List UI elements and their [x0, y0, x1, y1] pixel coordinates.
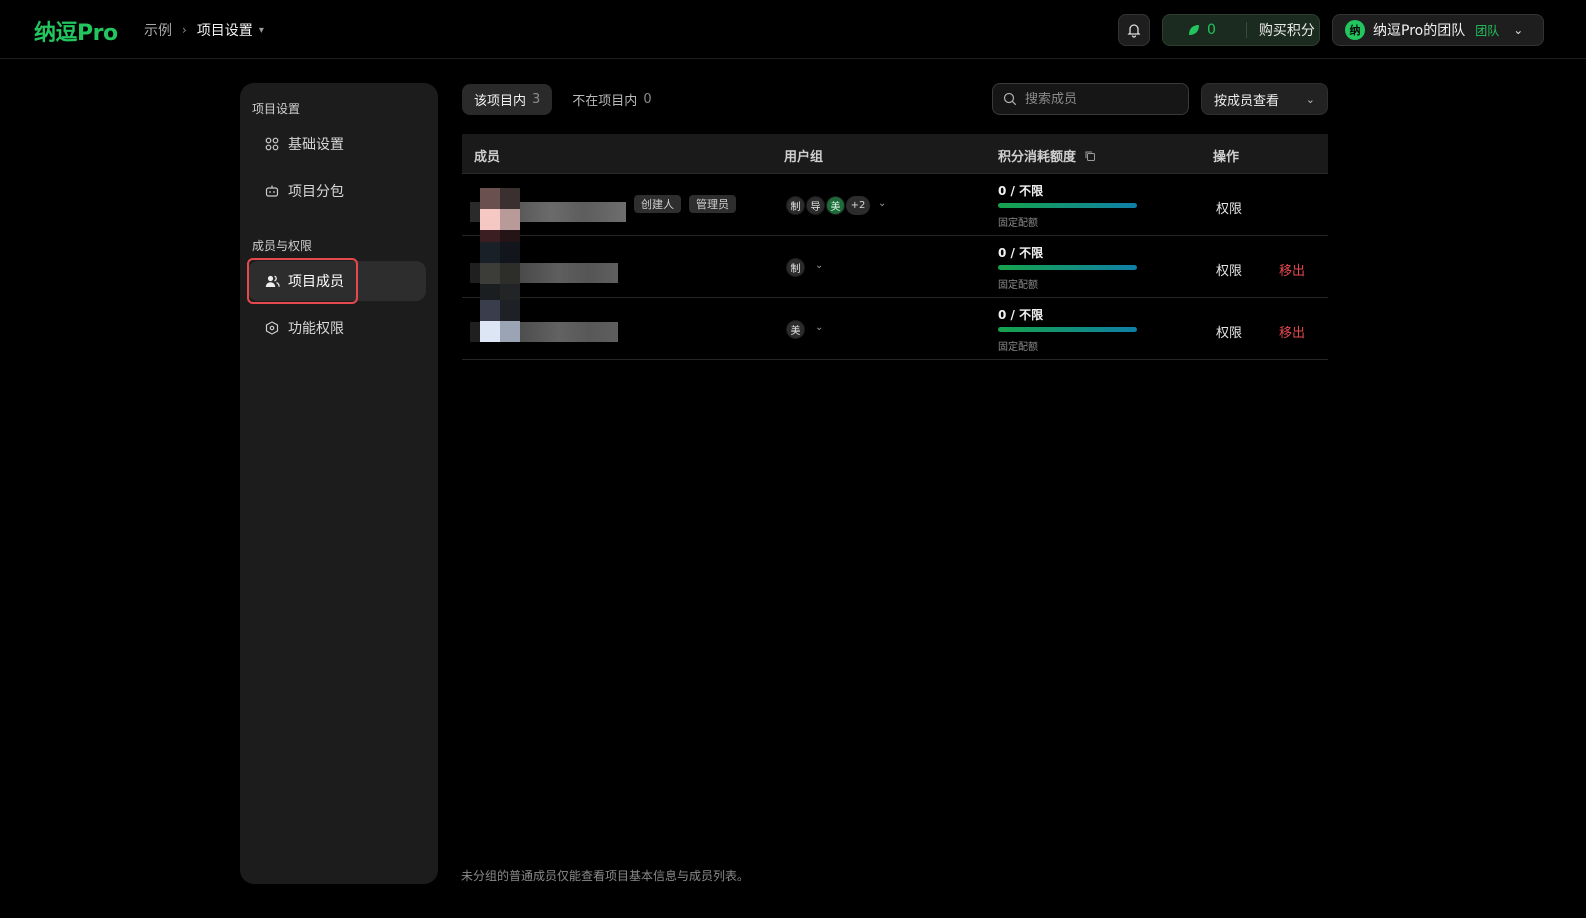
permission-button[interactable]: 权限 — [1216, 260, 1242, 279]
table-header: 成员 用户组 积分消耗额度 操作 — [462, 134, 1328, 174]
member-name-blurred — [520, 322, 618, 342]
sidebar-item-feature-permissions[interactable]: 功能权限 — [248, 308, 426, 348]
divider — [1245, 22, 1247, 38]
table-row: 美 ⌄ 0 / 不限 固定配额 权限 移出 — [462, 298, 1328, 360]
member-name-blurred — [520, 263, 618, 283]
group-badge: 美 — [826, 196, 845, 215]
tag-admin: 管理员 — [689, 195, 736, 213]
breadcrumb: 示例 › 项目设置 ▾ — [144, 20, 264, 40]
sidebar-item-label: 项目分包 — [288, 184, 344, 200]
group-badge: 制 — [786, 258, 805, 277]
quota-note: 固定配额 — [998, 280, 1038, 291]
permission-button[interactable]: 权限 — [1216, 198, 1242, 217]
tab-count: 3 — [532, 92, 541, 107]
column-header-group: 用户组 — [784, 150, 824, 165]
team-avatar: 纳 — [1345, 20, 1365, 40]
quota-note: 固定配额 — [998, 342, 1038, 353]
chevron-down-icon[interactable]: ⌄ — [815, 260, 823, 271]
member-search — [992, 83, 1189, 115]
sidebar-item-label: 基础设置 — [288, 137, 344, 153]
member-name-blurred-edge — [470, 202, 480, 222]
quota-value: 0 / 不限 — [998, 184, 1044, 198]
points-widget[interactable]: 0 购买积分 — [1162, 14, 1320, 46]
group-badge: 导 — [806, 196, 825, 215]
quota-value: 0 / 不限 — [998, 246, 1044, 260]
tab-count: 0 — [643, 92, 652, 107]
grid-icon — [264, 136, 280, 152]
member-tabs: 该项目内 3 不在项目内 0 — [462, 84, 664, 115]
app-logo[interactable]: 纳逗Pro — [34, 15, 118, 47]
sidebar-section-project-settings: 项目设置 — [252, 102, 301, 116]
chevron-down-icon[interactable]: ▾ — [259, 25, 264, 36]
robot-icon — [264, 183, 280, 199]
annotation-highlight-box — [247, 258, 358, 304]
settings-sidebar: 项目设置 基础设置 项目分包 成员与权限 项目成员 功能权限 — [240, 83, 438, 884]
remove-member-button[interactable]: 移出 — [1279, 260, 1305, 279]
chevron-right-icon: › — [182, 23, 187, 37]
sidebar-section-members-permissions: 成员与权限 — [252, 239, 313, 253]
table-row: 创建人 管理员 制 导 美 +2 ⌄ 0 / 不限 固定配额 权限 — [462, 174, 1328, 251]
tab-label: 该项目内 — [474, 94, 527, 109]
chevron-down-icon[interactable]: ⌄ — [878, 198, 886, 209]
quota-progress-bar — [998, 203, 1137, 208]
group-more-badge: +2 — [846, 196, 870, 215]
leaf-icon — [1189, 25, 1199, 35]
sidebar-item-label: 功能权限 — [288, 321, 344, 337]
breadcrumb-item-example[interactable]: 示例 — [144, 20, 172, 40]
remove-member-button[interactable]: 移出 — [1279, 322, 1305, 341]
table-row: 制 ⌄ 0 / 不限 固定配额 权限 移出 — [462, 236, 1328, 305]
quota-note: 固定配额 — [998, 218, 1038, 229]
sidebar-item-subpackage[interactable]: 项目分包 — [248, 171, 426, 211]
tab-label: 不在项目内 — [572, 94, 638, 109]
search-icon — [1003, 92, 1017, 106]
members-table: 成员 用户组 积分消耗额度 操作 创建人 管理员 制 导 美 +2 ⌄ 0 / … — [462, 134, 1328, 360]
chevron-down-icon: ⌄ — [1513, 23, 1524, 37]
group-badge: 美 — [786, 320, 805, 339]
quota-value: 0 / 不限 — [998, 308, 1044, 322]
member-name-blurred-edge — [470, 322, 480, 342]
tab-not-in-project[interactable]: 不在项目内 0 — [560, 84, 663, 115]
column-header-quota: 积分消耗额度 — [998, 146, 1096, 165]
member-name-blurred-edge — [470, 263, 480, 283]
team-badge: 团队 — [1475, 23, 1500, 38]
bell-icon — [1127, 24, 1141, 38]
buy-points-button[interactable]: 购买积分 — [1259, 20, 1315, 40]
team-switcher[interactable]: 纳 纳逗Pro的团队 团队 ⌄ — [1332, 14, 1544, 46]
quota-progress-bar — [998, 265, 1137, 270]
member-name-blurred — [520, 202, 626, 222]
group-badge: 制 — [786, 196, 805, 215]
sidebar-item-basic-settings[interactable]: 基础设置 — [248, 124, 426, 164]
top-bar: 纳逗Pro 示例 › 项目设置 ▾ 0 购买积分 纳 纳逗Pro的团队 团队 ⌄ — [0, 0, 1586, 59]
points-balance: 0 — [1207, 22, 1216, 38]
search-input[interactable] — [1025, 91, 1175, 107]
notifications-button[interactable] — [1118, 14, 1150, 46]
column-header-quota-label: 积分消耗额度 — [998, 150, 1077, 165]
quota-progress-bar — [998, 327, 1137, 332]
permission-button[interactable]: 权限 — [1216, 322, 1242, 341]
tab-in-project[interactable]: 该项目内 3 — [462, 84, 553, 115]
column-header-actions: 操作 — [1213, 150, 1240, 165]
chevron-down-icon[interactable]: ⌄ — [815, 322, 823, 333]
member-avatar-blurred — [480, 242, 520, 305]
team-name: 纳逗Pro的团队 — [1373, 23, 1466, 39]
copy-icon[interactable] — [1084, 150, 1096, 162]
member-avatar-blurred — [480, 300, 520, 342]
footer-note: 未分组的普通成员仅能查看项目基本信息与成员列表。 — [461, 869, 750, 883]
chevron-down-icon: ⌄ — [1305, 92, 1315, 106]
hexagon-icon — [264, 320, 280, 336]
view-mode-value: 按成员查看 — [1214, 93, 1280, 109]
tag-creator: 创建人 — [634, 195, 681, 213]
column-header-member: 成员 — [474, 150, 501, 165]
breadcrumb-item-project-settings[interactable]: 项目设置 — [197, 20, 253, 40]
view-mode-select[interactable]: 按成员查看 ⌄ — [1201, 83, 1328, 115]
